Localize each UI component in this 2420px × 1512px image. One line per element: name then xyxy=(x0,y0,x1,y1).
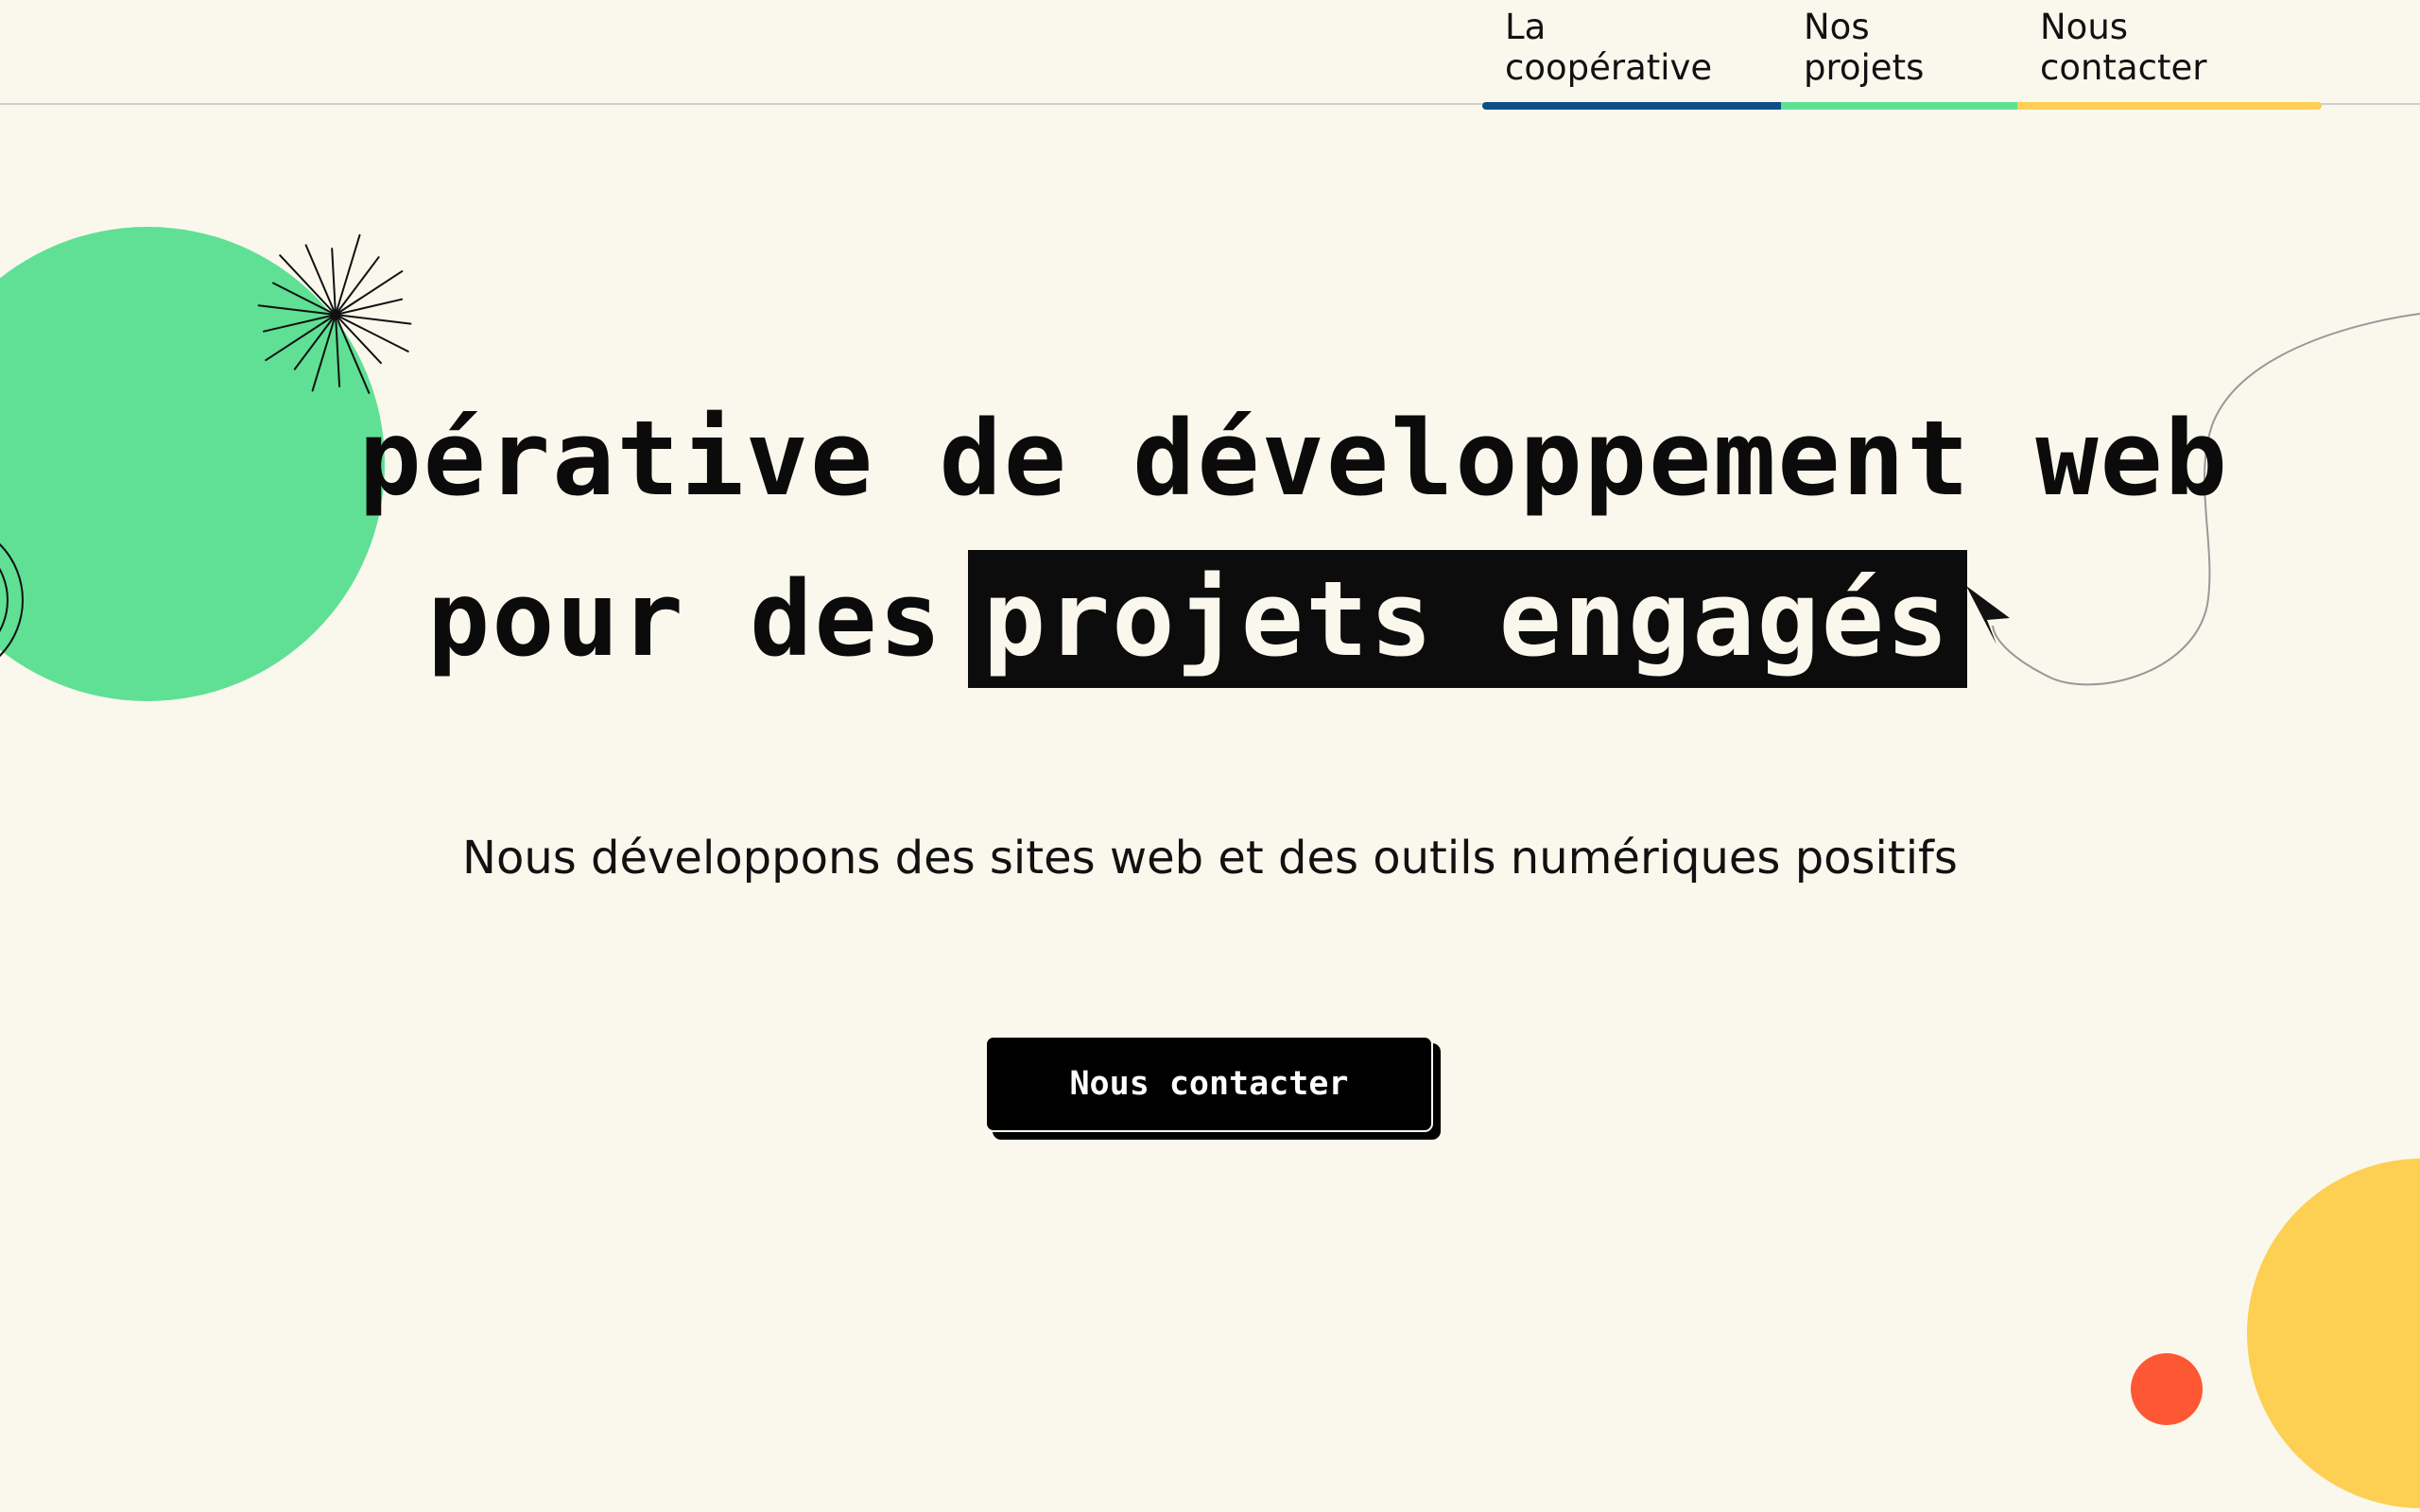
starburst-ray xyxy=(257,304,337,316)
hero-title-line-1: pérative de développement web xyxy=(358,398,2229,519)
starburst-ray xyxy=(335,233,361,316)
nav-link-label: Nos projets xyxy=(1804,7,1925,88)
starburst-ray xyxy=(335,314,341,387)
cta-container: Nous contacter xyxy=(985,1036,1443,1143)
nav-link-projects[interactable]: Nos projets xyxy=(1781,0,2017,110)
nav-link-contact[interactable]: Nous contacter xyxy=(2017,0,2322,110)
hero-title-line-2: pour des projets engagés xyxy=(427,539,1968,699)
nav-link-label: Nous contacter xyxy=(2040,7,2207,88)
nav-link-cooperative[interactable]: La coopérative xyxy=(1482,0,1781,110)
starburst-ray xyxy=(335,314,409,352)
starburst-ray xyxy=(335,270,404,316)
main-nav: La coopérative Nos projets Nous contacte… xyxy=(1482,0,2322,110)
starburst-ray xyxy=(279,254,337,316)
concentric-arcs-icon xyxy=(0,542,24,658)
starburst-ray xyxy=(265,314,337,362)
hero-title-highlight: projets engagés xyxy=(967,550,1968,688)
starburst-ray xyxy=(272,282,337,316)
contact-button[interactable]: Nous contacter xyxy=(985,1036,1433,1132)
starburst-ray xyxy=(331,248,337,316)
page: La coopérative Nos projets Nous contacte… xyxy=(0,0,2420,1512)
yellow-circle-decoration xyxy=(2247,1159,2420,1508)
starburst-ray xyxy=(304,244,337,316)
hero-title-prefix: pour des xyxy=(427,558,943,679)
starburst-ray xyxy=(335,314,412,325)
nav-underline xyxy=(1781,102,2017,110)
red-dot-decoration xyxy=(2131,1353,2203,1425)
starburst-ray xyxy=(335,314,382,365)
nav-underline xyxy=(2017,102,2322,110)
nav-link-label: La coopérative xyxy=(1505,7,1713,88)
hero-subtitle: Nous développons des sites web et des ou… xyxy=(462,832,1958,885)
starburst-ray xyxy=(311,314,337,392)
nav-underline xyxy=(1482,102,1781,110)
